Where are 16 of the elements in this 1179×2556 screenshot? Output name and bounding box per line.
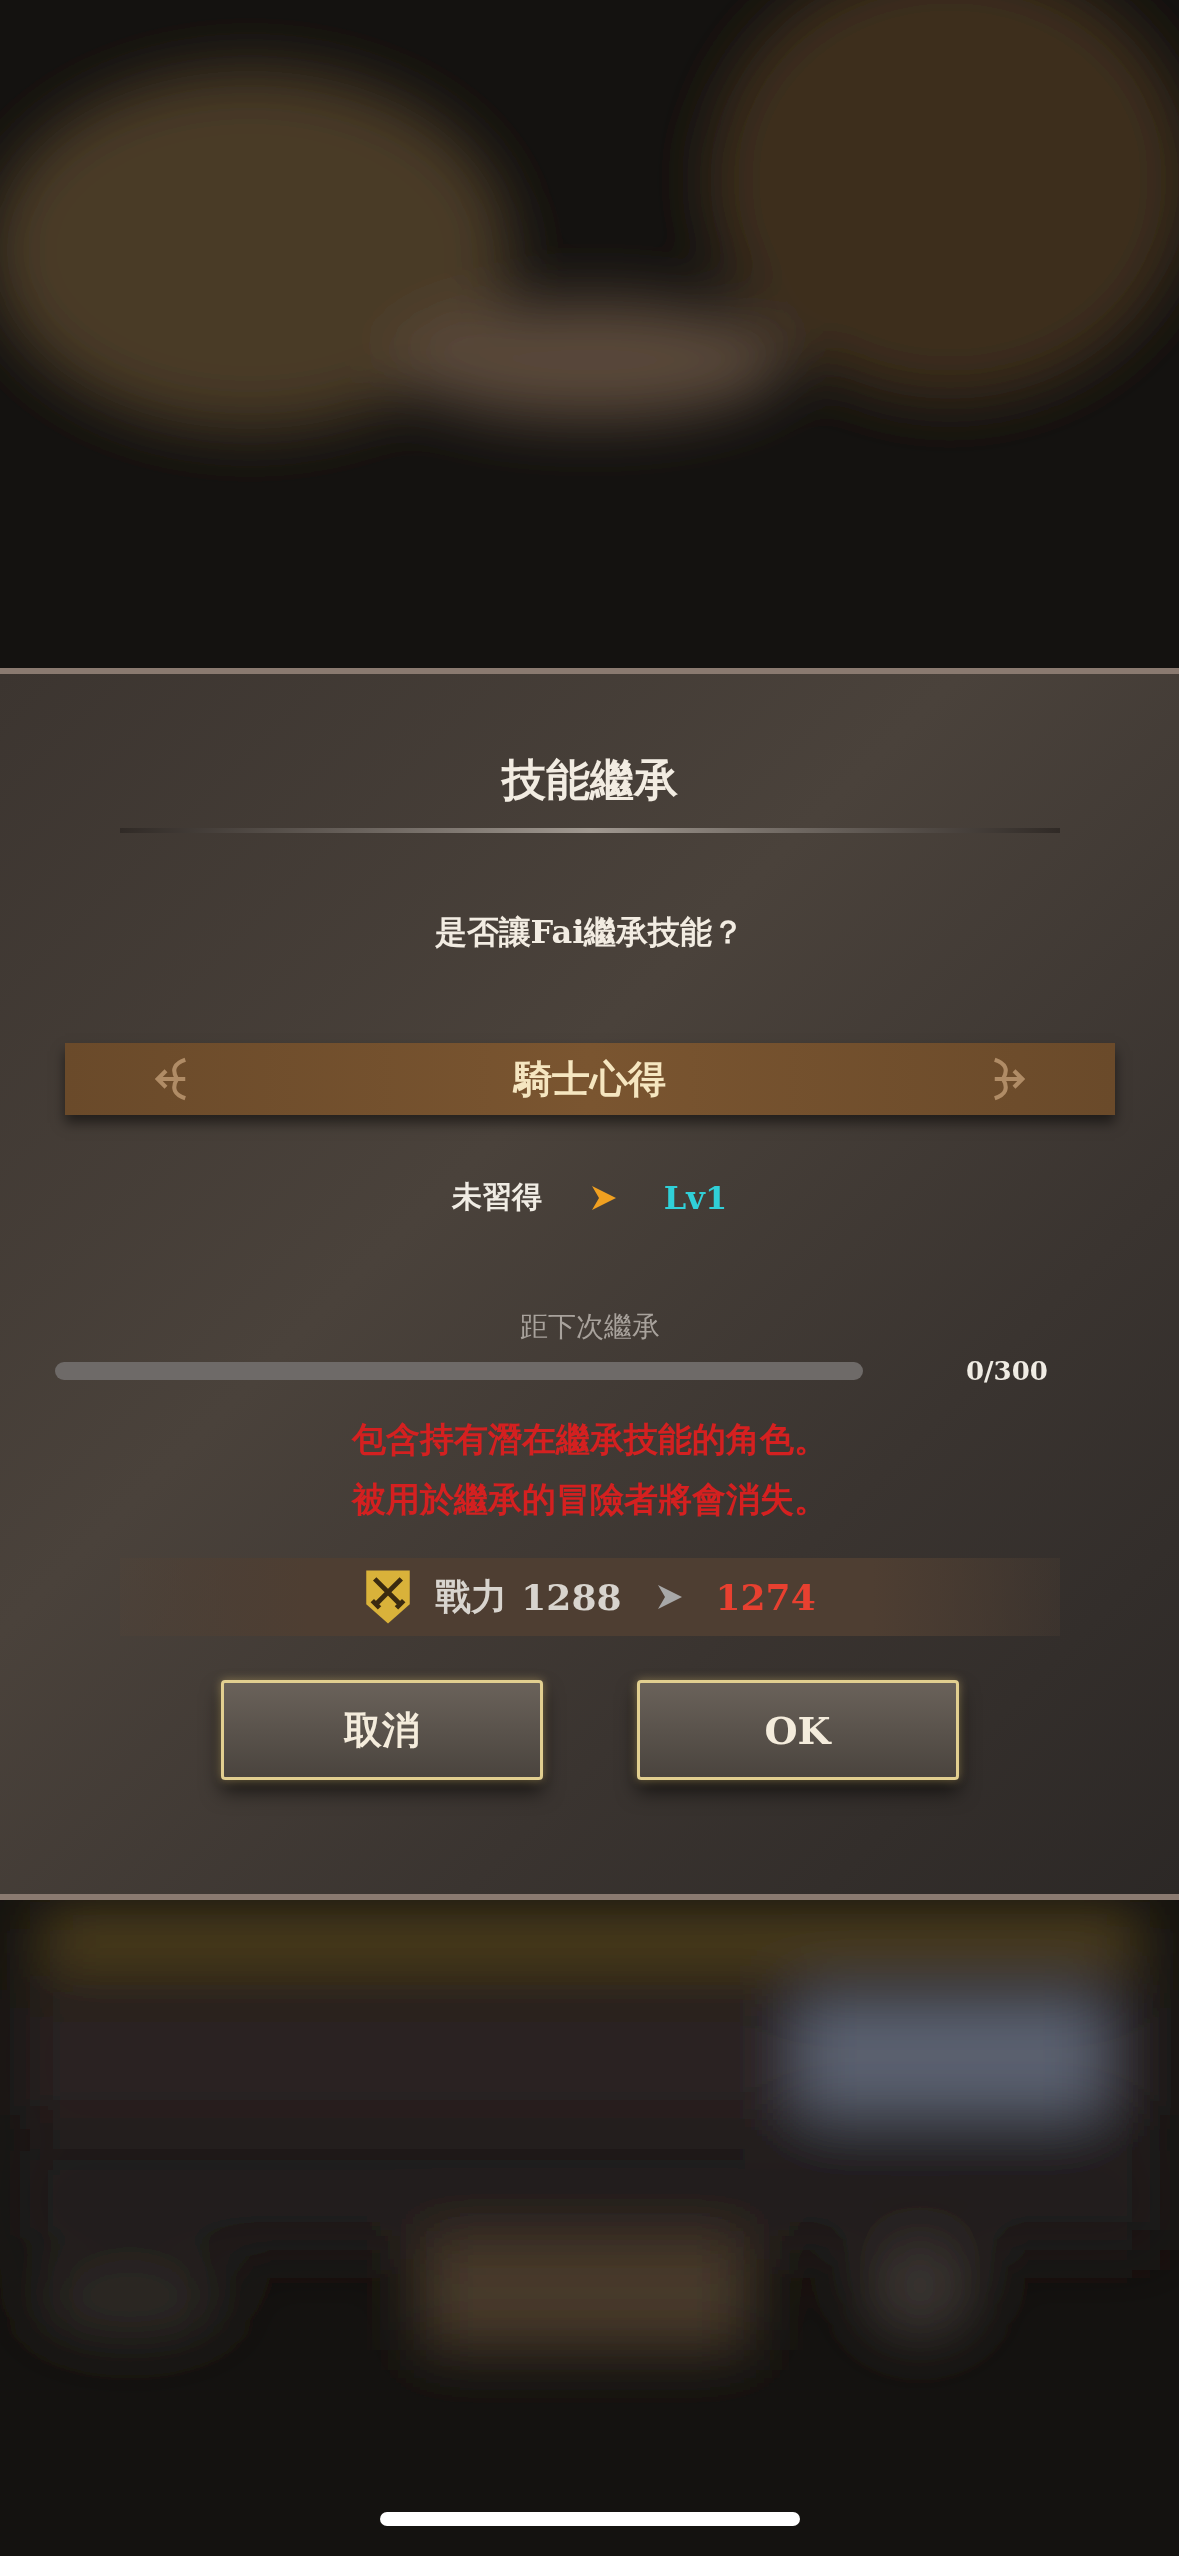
cancel-button[interactable]: 取消: [220, 1680, 543, 1780]
progress-reading: 0/300: [966, 1356, 1048, 1386]
skill-name: 騎士心得: [513, 1054, 666, 1103]
dialog-question: 是否讓Fai繼承技能？: [434, 912, 745, 953]
warning-text: 被用於繼承的冒險者將會消失。: [351, 1478, 828, 1521]
power-label: 戰力: [435, 1573, 508, 1619]
progress-label: 距下次繼承: [519, 1309, 660, 1345]
level-to: Lv1: [663, 1178, 728, 1217]
arrow-right-icon: [991, 1057, 1025, 1101]
arrow-left-icon: [154, 1057, 188, 1101]
level-from: 未習得: [451, 1178, 542, 1216]
power-to: 1274: [715, 1576, 816, 1618]
warning-text: 包含持有潛在繼承技能的角色。: [351, 1418, 828, 1461]
dialog-title: 技能繼承: [501, 753, 678, 807]
power-from: 1288: [521, 1576, 622, 1618]
ok-button[interactable]: OK: [636, 1680, 959, 1780]
